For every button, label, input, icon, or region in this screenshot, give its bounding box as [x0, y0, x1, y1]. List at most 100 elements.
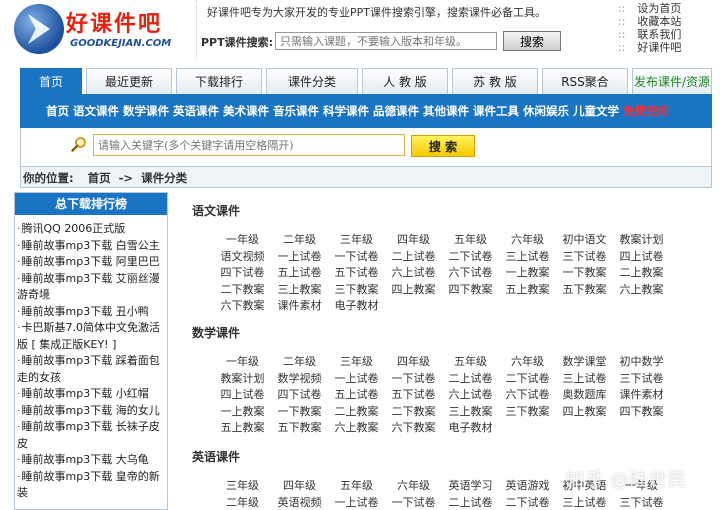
ranking-item[interactable]: ·睡前故事mp3下载 大乌龟 — [15, 452, 165, 469]
nav-tab[interactable]: 下载排行 — [176, 68, 262, 94]
courseware-link[interactable]: 二下教案 — [385, 404, 442, 421]
courseware-link[interactable]: 四下试卷 — [214, 265, 271, 282]
nav-tab[interactable]: 最近更新 — [86, 68, 172, 94]
courseware-link[interactable]: 四年级 — [385, 232, 442, 249]
ppt-search-button[interactable]: 搜索 — [503, 31, 561, 51]
courseware-link[interactable]: 六上教案 — [613, 282, 670, 299]
courseware-link[interactable]: 二年级 — [271, 354, 328, 371]
quick-link[interactable]: :: 联系我们 — [618, 28, 718, 41]
category-link[interactable]: 科学课件 — [323, 94, 369, 128]
category-link[interactable]: 音乐课件 — [273, 94, 319, 128]
courseware-link[interactable]: 六上教案 — [328, 420, 385, 437]
courseware-link[interactable]: 六下教案 — [214, 298, 271, 315]
courseware-link[interactable]: 二年级 — [271, 232, 328, 249]
courseware-link[interactable]: 五下试卷 — [328, 265, 385, 282]
courseware-link[interactable]: 三下教案 — [328, 282, 385, 299]
courseware-link[interactable]: 一上教案 — [499, 265, 556, 282]
courseware-link[interactable]: 六上试卷 — [442, 387, 499, 404]
courseware-link[interactable]: 初中语文 — [556, 232, 613, 249]
courseware-link[interactable]: 二上教案 — [613, 265, 670, 282]
courseware-link[interactable]: 二年级 — [214, 495, 271, 510]
courseware-link[interactable]: 二下试卷 — [499, 495, 556, 510]
courseware-link[interactable]: 数学课堂 — [556, 354, 613, 371]
courseware-link[interactable]: 五上试卷 — [271, 265, 328, 282]
courseware-link[interactable]: 二下试卷 — [499, 371, 556, 388]
category-link[interactable]: 课件工具 — [473, 94, 519, 128]
nav-tab[interactable]: 苏 教 版 — [452, 68, 538, 94]
category-link[interactable]: 首页 — [46, 94, 69, 128]
ranking-item[interactable]: ·睡前故事mp3下载 海的女儿 — [15, 403, 165, 420]
ranking-item[interactable]: ·睡前故事mp3下载 踩着面包走的女孩 — [15, 353, 165, 386]
courseware-link[interactable]: 四下教案 — [442, 282, 499, 299]
courseware-link[interactable]: 三上试卷 — [556, 495, 613, 510]
courseware-link[interactable]: 一年级 — [214, 354, 271, 371]
courseware-link[interactable]: 一上试卷 — [271, 249, 328, 266]
courseware-link[interactable]: 三下试卷 — [613, 495, 670, 510]
courseware-link[interactable]: 英语视频 — [271, 495, 328, 510]
courseware-link[interactable]: 六下试卷 — [442, 265, 499, 282]
courseware-link[interactable]: 四上教案 — [385, 282, 442, 299]
category-link[interactable]: 免费空间 — [623, 94, 669, 128]
category-link[interactable]: 语文课件 — [73, 94, 119, 128]
courseware-link[interactable]: 一上试卷 — [328, 495, 385, 510]
courseware-link[interactable]: 一上教案 — [214, 404, 271, 421]
courseware-link[interactable]: 一下教案 — [271, 404, 328, 421]
courseware-link[interactable]: 三下试卷 — [556, 249, 613, 266]
courseware-link[interactable]: 教案计划 — [214, 371, 271, 388]
courseware-link[interactable]: 三上试卷 — [556, 371, 613, 388]
courseware-link[interactable]: 三上教案 — [442, 404, 499, 421]
category-link[interactable]: 品德课件 — [373, 94, 419, 128]
courseware-link[interactable]: 五年级 — [442, 354, 499, 371]
courseware-link[interactable]: 六上试卷 — [385, 265, 442, 282]
ranking-item[interactable]: ·睡前故事mp3下载 皇帝的新装 — [15, 469, 165, 502]
courseware-link[interactable]: 四上教案 — [556, 404, 613, 421]
keyword-search-input[interactable] — [93, 134, 405, 156]
courseware-link[interactable]: 三年级 — [214, 478, 271, 495]
courseware-link[interactable]: 五下教案 — [271, 420, 328, 437]
courseware-link[interactable]: 课件素材 — [271, 298, 328, 315]
courseware-link[interactable]: 一下试卷 — [385, 495, 442, 510]
ppt-search-input[interactable] — [275, 32, 497, 50]
ranking-item[interactable]: ·睡前故事mp3下载 小红帽 — [15, 386, 165, 403]
courseware-link[interactable]: 语文视频 — [214, 249, 271, 266]
courseware-link[interactable]: 一下教案 — [556, 265, 613, 282]
ranking-item[interactable]: ·睡前故事mp3下载 艾丽丝漫游奇境 — [15, 271, 165, 304]
nav-tab[interactable]: 首页 — [20, 68, 82, 94]
courseware-link[interactable]: 四上试卷 — [613, 249, 670, 266]
courseware-link[interactable]: 四下试卷 — [271, 387, 328, 404]
courseware-link[interactable]: 教案计划 — [613, 232, 670, 249]
courseware-link[interactable]: 六下教案 — [385, 420, 442, 437]
courseware-link[interactable]: 三年级 — [328, 232, 385, 249]
courseware-link[interactable]: 四年级 — [271, 478, 328, 495]
courseware-link[interactable]: 三上教案 — [271, 282, 328, 299]
courseware-link[interactable]: 二上试卷 — [385, 249, 442, 266]
courseware-link[interactable]: 三下教案 — [499, 404, 556, 421]
nav-tab[interactable]: 人 教 版 — [362, 68, 448, 94]
courseware-link[interactable]: 课件素材 — [613, 387, 670, 404]
ranking-item[interactable]: ·睡前故事mp3下载 阿里巴巴 — [15, 254, 165, 271]
site-logo[interactable]: 好课件吧 GOODKEJIAN.COM — [14, 4, 174, 54]
nav-tab[interactable]: 课件分类 — [266, 68, 358, 94]
courseware-link[interactable]: 一上试卷 — [328, 371, 385, 388]
courseware-link[interactable]: 二下试卷 — [442, 249, 499, 266]
category-link[interactable]: 其他课件 — [423, 94, 469, 128]
category-link[interactable]: 美术课件 — [223, 94, 269, 128]
courseware-link[interactable]: 数学视频 — [271, 371, 328, 388]
courseware-link[interactable]: 初中数学 — [613, 354, 670, 371]
category-link[interactable]: 儿童文学 — [573, 94, 619, 128]
courseware-link[interactable]: 六年级 — [499, 232, 556, 249]
category-link[interactable]: 数学课件 — [123, 94, 169, 128]
nav-tab[interactable]: RSS聚合 — [542, 68, 628, 94]
quick-link[interactable]: :: 收藏本站 — [618, 15, 718, 28]
nav-tab[interactable]: 发布课件/资源 — [632, 68, 712, 94]
courseware-link[interactable]: 三上试卷 — [499, 249, 556, 266]
ranking-item[interactable]: ·卡巴斯基7.0简体中文免激活版 [ 集成正版KEY! ] — [15, 320, 165, 353]
courseware-link[interactable]: 六年级 — [385, 478, 442, 495]
quick-link[interactable]: :: 好课件吧 — [618, 41, 718, 54]
courseware-link[interactable]: 四年级 — [385, 354, 442, 371]
courseware-link[interactable]: 五下试卷 — [385, 387, 442, 404]
courseware-link[interactable]: 奥数题库 — [556, 387, 613, 404]
category-link[interactable]: 英语课件 — [173, 94, 219, 128]
courseware-link[interactable]: 二上教案 — [328, 404, 385, 421]
courseware-link[interactable]: 电子教材 — [328, 298, 385, 315]
